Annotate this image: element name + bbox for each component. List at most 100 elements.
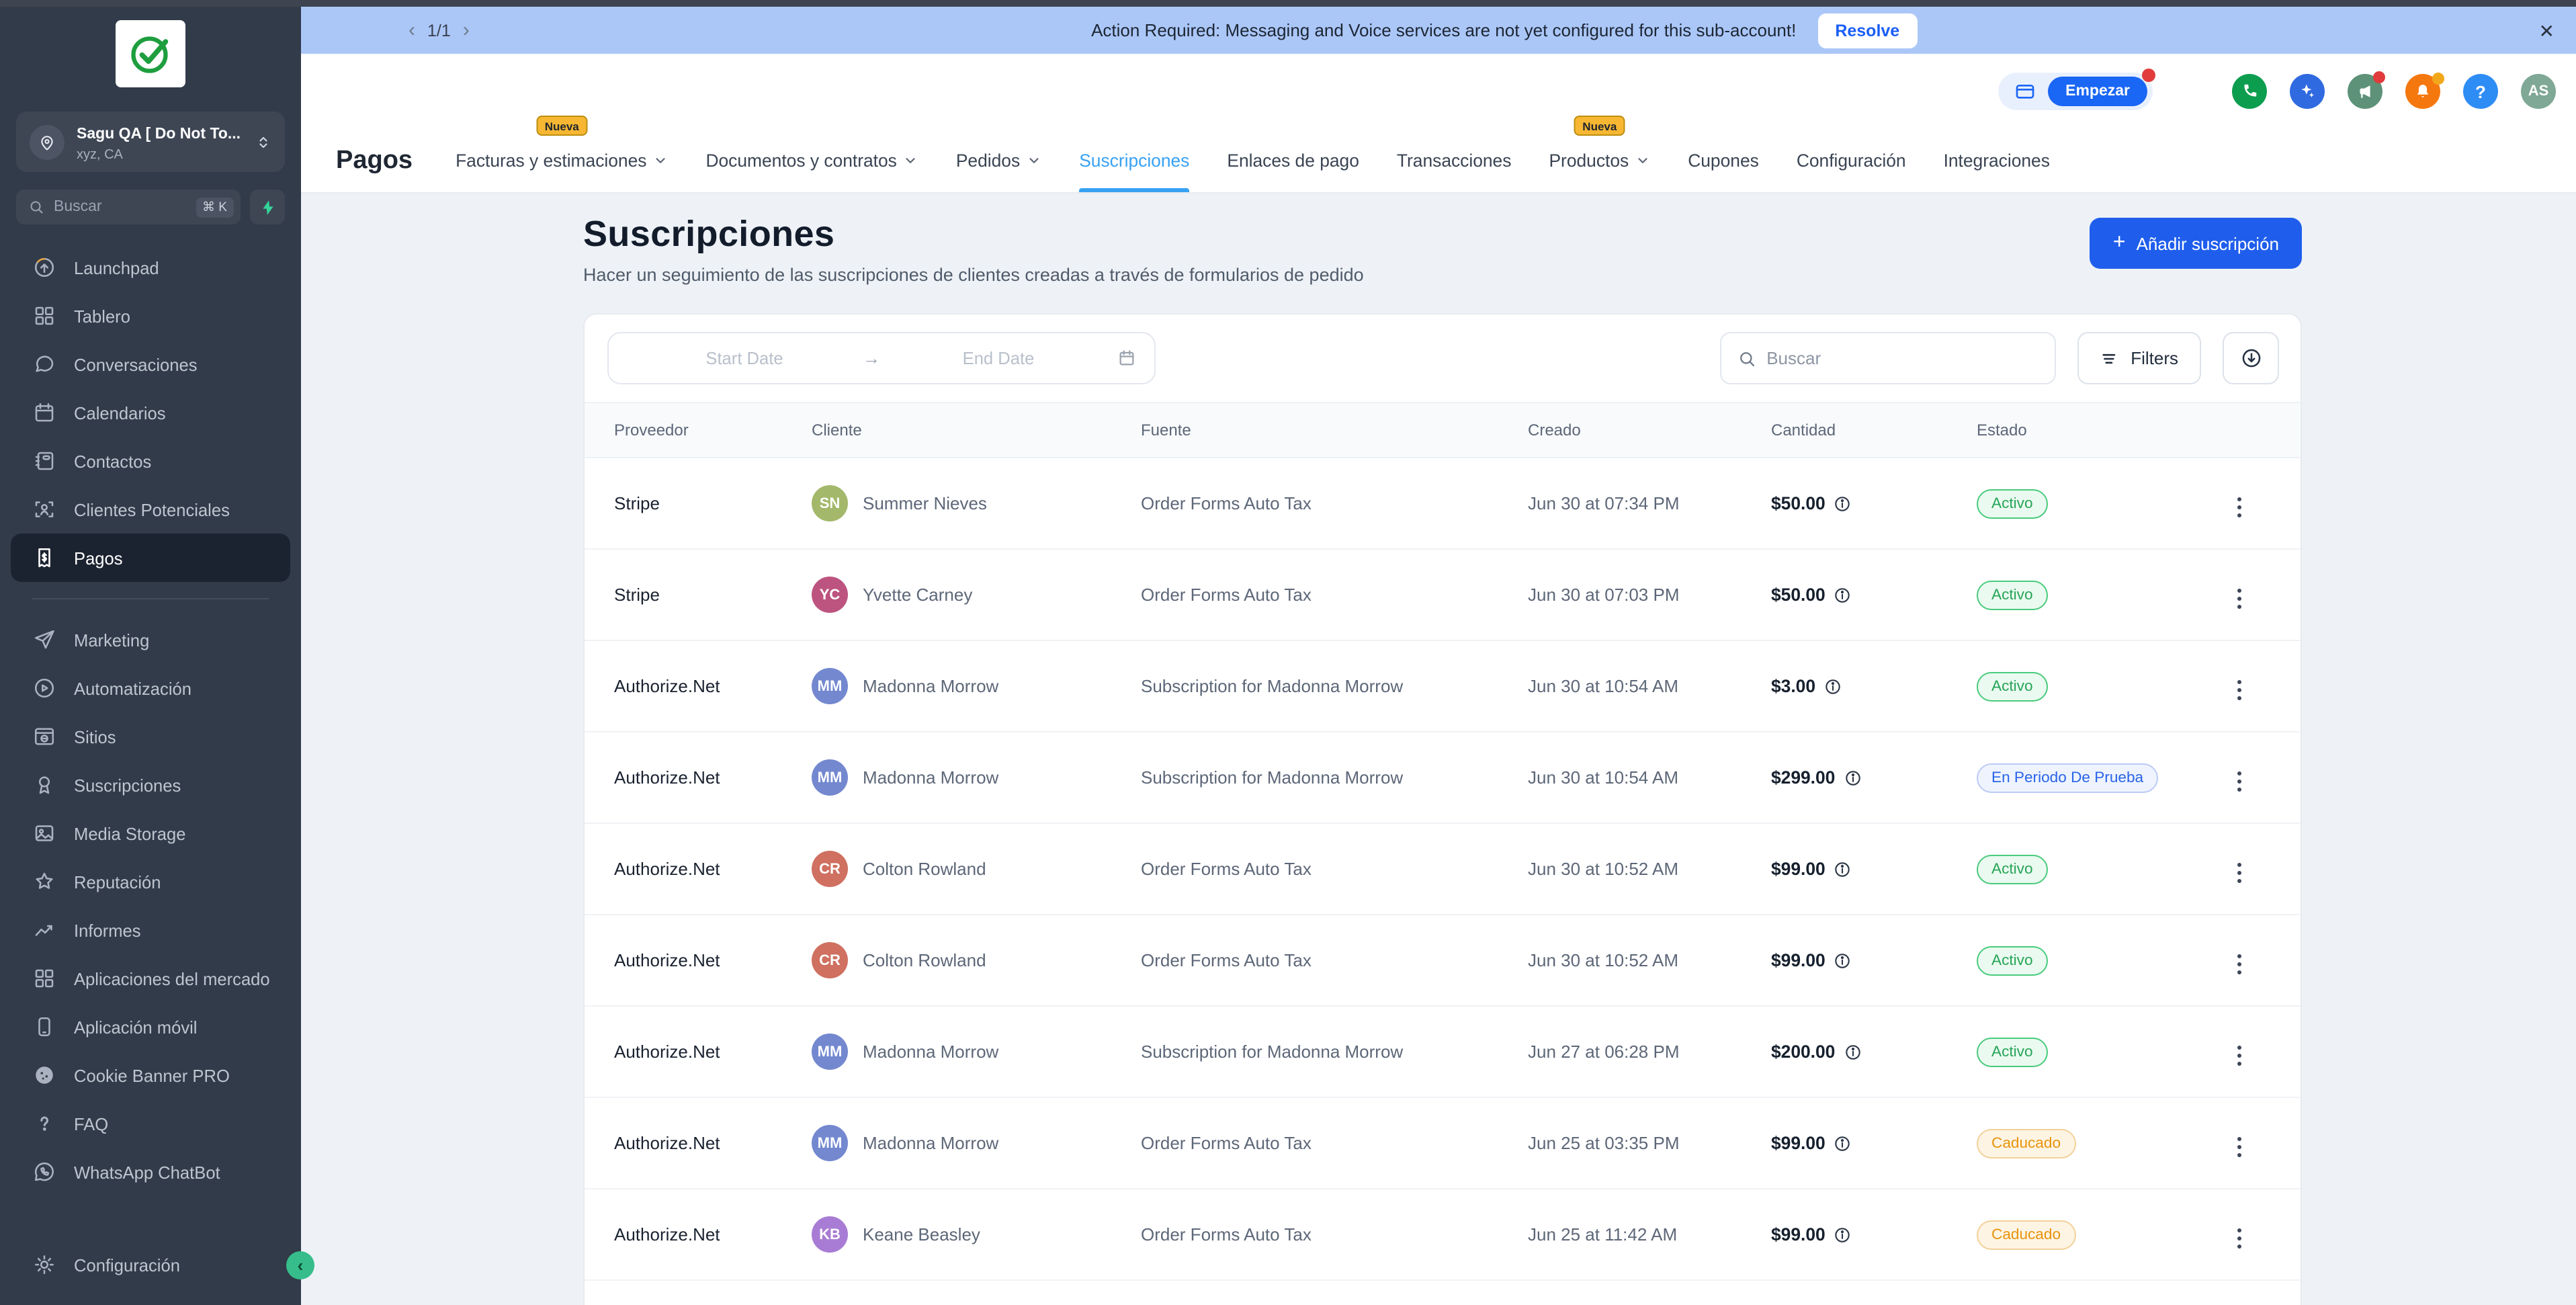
client-name[interactable]: Colton Rowland <box>863 859 986 879</box>
empezar-pill[interactable]: Empezar <box>1998 73 2153 110</box>
table-row[interactable]: Authorize.NetMMMadonna MorrowOrder Forms… <box>585 1098 2301 1189</box>
status-cell: Caducado <box>1977 1128 2232 1158</box>
kebab-menu-icon[interactable] <box>2232 583 2247 614</box>
client-name[interactable]: Madonna Morrow <box>863 676 998 696</box>
info-icon[interactable] <box>1823 677 1842 696</box>
date-range-input[interactable]: Start Date → End Date <box>607 332 1156 384</box>
info-icon[interactable] <box>1834 494 1852 513</box>
start-date-placeholder[interactable]: Start Date <box>626 348 863 368</box>
sidebar-item-clientes-potenciales[interactable]: Clientes Potenciales <box>0 485 301 534</box>
sidebar-item-informes[interactable]: Informes <box>0 906 301 954</box>
table-row[interactable]: StripeYCYvette CarneyOrder Forms Auto Ta… <box>585 550 2301 641</box>
tab-pedidos[interactable]: Pedidos <box>956 129 1041 192</box>
amount-value: $99.00 <box>1771 950 1826 970</box>
tab-suscripciones[interactable]: Suscripciones <box>1079 129 1189 192</box>
tab-configuracion[interactable]: Configuración <box>1797 129 1906 192</box>
client-name[interactable]: Keane Beasley <box>863 1224 980 1245</box>
table-row[interactable]: Authorize.NetMMMadonna MorrowSubscriptio… <box>585 1007 2301 1098</box>
info-icon[interactable] <box>1834 859 1852 878</box>
ai-sparkle-button[interactable] <box>2290 74 2325 109</box>
sidebar-item-conversaciones[interactable]: Conversaciones <box>0 340 301 388</box>
sidebar-item-cookie-banner-pro[interactable]: Cookie Banner PRO <box>0 1051 301 1099</box>
kebab-menu-icon[interactable] <box>2232 492 2247 523</box>
chevron-left-icon[interactable]: ‹ <box>409 20 415 40</box>
kebab-menu-icon[interactable] <box>2232 1040 2247 1071</box>
table-row[interactable]: StripeSNSummer NievesOrder Forms Auto Ta… <box>585 458 2301 550</box>
kebab-menu-icon[interactable] <box>2232 766 2247 797</box>
sidebar-item-whatsapp-chatbot[interactable]: WhatsApp ChatBot <box>0 1148 301 1196</box>
sidebar-item-marketing[interactable]: Marketing <box>0 616 301 664</box>
sidebar-item-pagos[interactable]: Pagos <box>11 534 290 582</box>
sidebar-item-aplicaciones-del-mercado[interactable]: Aplicaciones del mercado <box>0 954 301 1003</box>
sidebar-item-aplicacion-movil[interactable]: Aplicación móvil <box>0 1003 301 1051</box>
end-date-placeholder[interactable]: End Date <box>880 348 1117 368</box>
sidebar-item-media-storage[interactable]: Media Storage <box>0 809 301 857</box>
help-button[interactable]: ? <box>2463 74 2498 109</box>
provider-cell: Authorize.Net <box>614 859 812 879</box>
tab-enlaces-de-pago[interactable]: Enlaces de pago <box>1227 129 1359 192</box>
close-icon[interactable]: ✕ <box>2539 21 2554 40</box>
table-row[interactable]: Authorize.NetKBKeane BeasleyOrder Forms … <box>585 1189 2301 1281</box>
client-avatar: YC <box>812 577 848 613</box>
sidebar-item-label: Aplicación móvil <box>74 1017 198 1037</box>
sidebar-item-faq[interactable]: FAQ <box>0 1099 301 1148</box>
table-row[interactable]: Authorize.NetCRColton RowlandOrder Forms… <box>585 915 2301 1007</box>
info-icon[interactable] <box>1834 585 1852 604</box>
tab-transacciones[interactable]: Transacciones <box>1397 129 1512 192</box>
info-icon[interactable] <box>1843 1042 1862 1061</box>
sidebar-item-automatizacion[interactable]: Automatización <box>0 664 301 712</box>
sidebar-item-contactos[interactable]: Contactos <box>0 437 301 485</box>
info-icon[interactable] <box>1834 1134 1852 1152</box>
export-download-button[interactable] <box>2223 332 2279 384</box>
sidebar-item-reputacion[interactable]: Reputación <box>0 857 301 906</box>
reputacion-icon <box>32 870 56 894</box>
sidebar-item-label: Contactos <box>74 451 151 471</box>
sidebar-item-configuracion[interactable]: Configuración <box>0 1240 301 1289</box>
tab-integraciones[interactable]: Integraciones <box>1944 129 2050 192</box>
info-icon[interactable] <box>1834 951 1852 970</box>
notifications-bell-button[interactable] <box>2405 74 2440 109</box>
client-avatar: MM <box>812 1034 848 1070</box>
sidebar-item-launchpad[interactable]: Launchpad <box>0 243 301 292</box>
kebab-menu-icon[interactable] <box>2232 1132 2247 1163</box>
table-row[interactable]: Authorize.NetCRColton RowlandOrder Forms… <box>585 824 2301 915</box>
client-name[interactable]: Summer Nieves <box>863 493 987 513</box>
sidebar-item-suscripciones[interactable]: Suscripciones <box>0 761 301 809</box>
tab-facturas-y-estimaciones[interactable]: NuevaFacturas y estimaciones <box>456 129 668 192</box>
sidebar-collapse-button[interactable]: ‹ <box>286 1251 314 1279</box>
tab-cupones[interactable]: Cupones <box>1688 129 1759 192</box>
client-name[interactable]: Colton Rowland <box>863 950 986 970</box>
agency-logo[interactable] <box>116 20 185 87</box>
quick-actions-button[interactable] <box>250 190 285 224</box>
chevron-right-icon[interactable]: › <box>463 20 470 40</box>
phone-button[interactable] <box>2232 74 2267 109</box>
user-avatar[interactable]: AS <box>2521 74 2556 109</box>
kebab-menu-icon[interactable] <box>2232 949 2247 980</box>
sidebar-search-input[interactable]: Buscar ⌘ K <box>16 190 241 224</box>
table-search-input[interactable]: Buscar <box>1719 332 2055 384</box>
kebab-menu-icon[interactable] <box>2232 857 2247 888</box>
tab-documentos-y-contratos[interactable]: Documentos y contratos <box>705 129 918 192</box>
info-icon[interactable] <box>1843 768 1862 787</box>
sidebar-item-label: Informes <box>74 920 141 940</box>
sidebar-item-tablero[interactable]: Tablero <box>0 292 301 340</box>
table-row[interactable]: Authorize.NetMMMadonna MorrowSubscriptio… <box>585 641 2301 732</box>
kebab-menu-icon[interactable] <box>2232 1223 2247 1254</box>
client-name[interactable]: Madonna Morrow <box>863 1042 998 1062</box>
amount-value: $50.00 <box>1771 493 1826 513</box>
table-row[interactable]: Authorize.NetMMMadonna MorrowSubscriptio… <box>585 732 2301 824</box>
client-name[interactable]: Yvette Carney <box>863 585 972 605</box>
client-name[interactable]: Madonna Morrow <box>863 1133 998 1153</box>
sidebar-item-calendarios[interactable]: Calendarios <box>0 388 301 437</box>
announcements-button[interactable] <box>2348 74 2382 109</box>
info-icon[interactable] <box>1834 1225 1852 1244</box>
kebab-menu-icon[interactable] <box>2232 675 2247 706</box>
client-name[interactable]: Madonna Morrow <box>863 767 998 788</box>
add-subscription-button[interactable]: + Añadir suscripción <box>2090 218 2302 269</box>
subaccount-selector[interactable]: Sagu QA [ Do Not To... xyz, CA <box>16 112 285 172</box>
resolve-button[interactable]: Resolve <box>1817 13 1917 48</box>
sidebar-item-sitios[interactable]: Sitios <box>0 712 301 761</box>
tab-productos[interactable]: NuevaProductos <box>1549 129 1650 192</box>
filters-button[interactable]: Filters <box>2077 332 2201 384</box>
empezar-button[interactable]: Empezar <box>2048 77 2147 106</box>
